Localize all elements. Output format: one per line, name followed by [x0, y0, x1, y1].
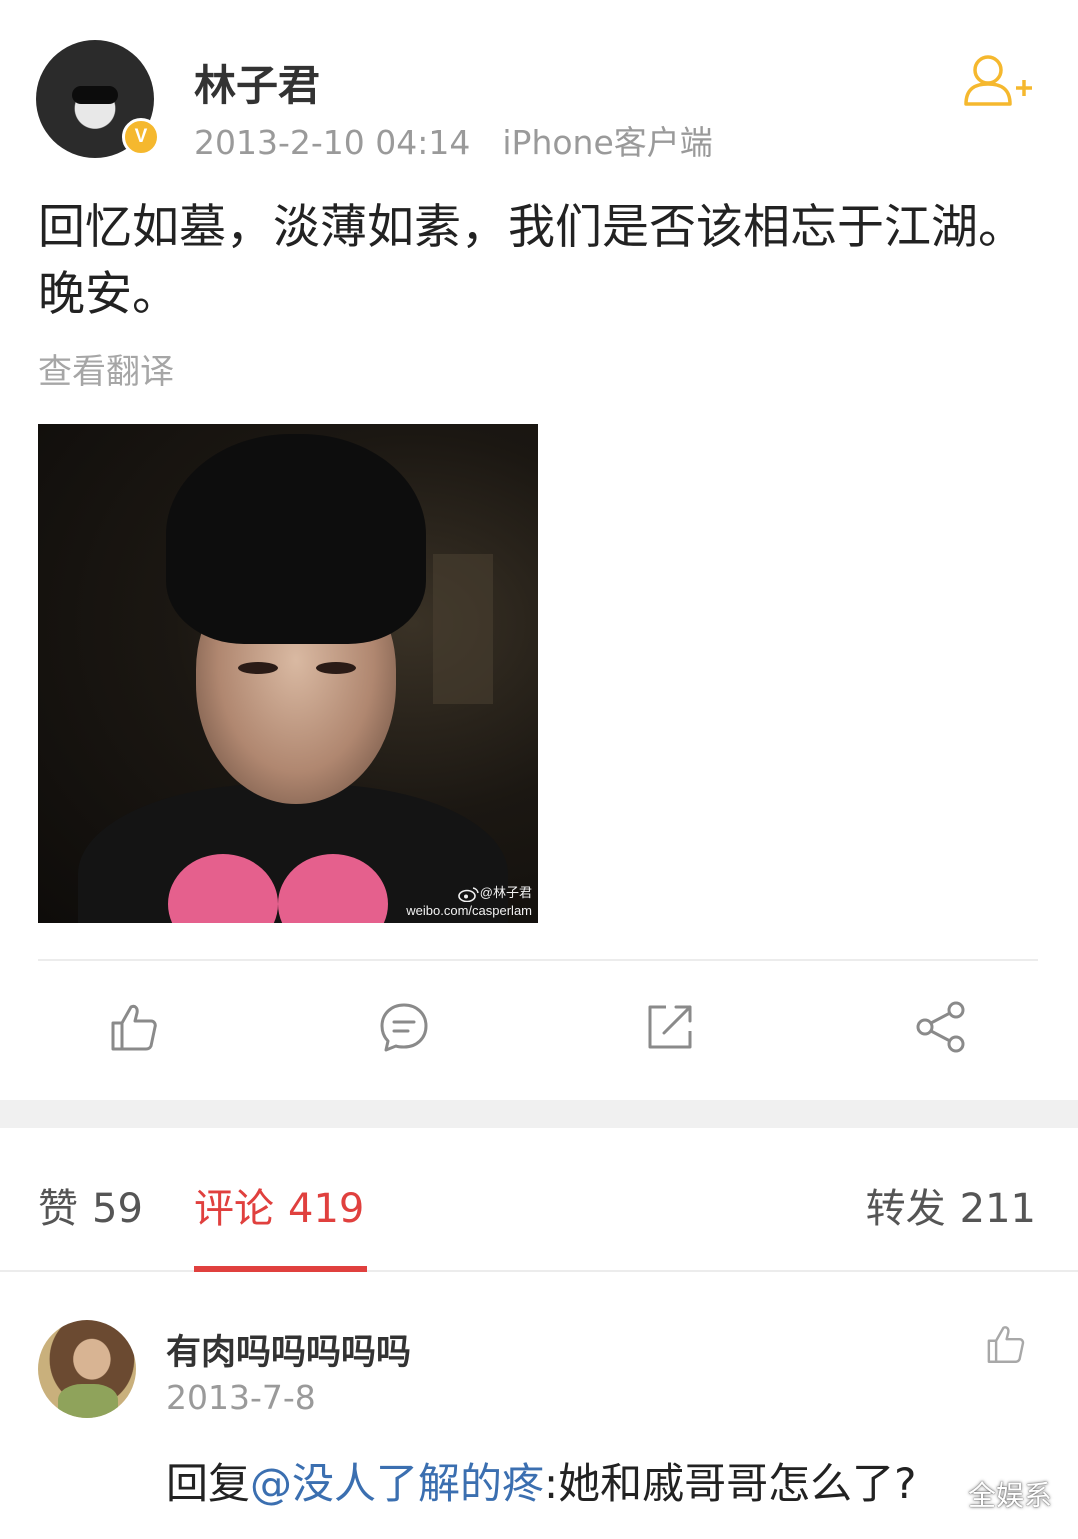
comment-mention-link[interactable]: @没人了解的疼 — [250, 1459, 544, 1508]
watermark-url: weibo.com/casperlam — [406, 903, 532, 918]
repost-arrow-icon — [648, 1005, 692, 1049]
tab-comments-count: 419 — [288, 1186, 365, 1232]
comment-date: 2013-7-8 — [166, 1378, 316, 1417]
section-gap — [0, 1100, 1078, 1128]
post-photo[interactable]: @林子君 weibo.com/casperlam — [38, 424, 538, 923]
weibo-post: V 林子君 2013-2-10 04:14 iPhone客户端 回忆如墓，淡薄如素… — [0, 0, 1078, 1100]
tab-reposts-count: 211 — [959, 1186, 1036, 1232]
thumbs-up-icon — [111, 1004, 157, 1051]
chat-bubbles-icon — [931, 1485, 963, 1509]
post-text: 回忆如墓，淡薄如素，我们是否该相忘于江湖。晚安。 — [38, 200, 1025, 322]
tab-comments[interactable]: 评论 419 — [194, 1176, 364, 1234]
commenter-avatar-detail — [58, 1384, 118, 1418]
like-button[interactable] — [103, 996, 163, 1058]
comment-body: :她和戚哥哥怎么了? — [544, 1459, 917, 1508]
translate-link[interactable]: 查看翻译 — [38, 344, 174, 393]
brand-watermark: 全娱系 — [930, 1474, 1052, 1514]
add-user-icon — [964, 55, 1032, 106]
tab-reposts-label: 转发 — [865, 1186, 946, 1232]
weibo-logo-icon — [457, 887, 479, 902]
comment-bubble-icon — [380, 1003, 428, 1052]
repost-button[interactable] — [640, 996, 700, 1058]
brand-watermark-text: 全娱系 — [968, 1479, 1053, 1512]
active-tab-indicator — [194, 1266, 367, 1272]
share-icon — [916, 1001, 965, 1053]
photo-eye-detail — [238, 662, 278, 674]
tab-likes-label: 赞 — [38, 1186, 78, 1232]
thumbs-up-icon — [987, 1326, 1025, 1363]
comment-reply-prefix: 回复 — [166, 1459, 251, 1508]
post-timestamp: 2013-2-10 04:14 — [194, 123, 471, 162]
photo-eye-detail — [316, 662, 356, 674]
author-name[interactable]: 林子君 — [194, 52, 320, 113]
tab-likes-count: 59 — [92, 1186, 143, 1232]
photo-background-detail — [433, 554, 493, 704]
post-source: iPhone客户端 — [502, 123, 713, 162]
engagement-tabs: 赞 59 评论 419 转发 211 — [0, 1128, 1078, 1272]
comment-item: 有肉吗吗吗吗吗 2013-7-8 回复@没人了解的疼:她和戚哥哥怎么了? — [0, 1274, 1078, 1539]
watermark-handle: @林子君 — [479, 885, 532, 901]
tab-likes[interactable]: 赞 59 — [38, 1176, 143, 1234]
comment-text: 回复@没人了解的疼:她和戚哥哥怎么了? — [166, 1450, 916, 1511]
tab-reposts[interactable]: 转发 211 — [866, 1176, 1036, 1234]
post-meta: 2013-2-10 04:14 iPhone客户端 — [194, 116, 713, 164]
follow-button[interactable] — [960, 52, 1034, 108]
comment-like-button[interactable] — [984, 1322, 1026, 1366]
tab-comments-label: 评论 — [194, 1186, 274, 1232]
verified-badge-icon: V — [122, 118, 160, 156]
action-divider — [38, 959, 1038, 961]
commenter-name[interactable]: 有肉吗吗吗吗吗 — [166, 1324, 411, 1375]
photo-hair-detail — [166, 434, 426, 644]
photo-watermark: @林子君 weibo.com/casperlam — [406, 884, 532, 919]
comment-button[interactable] — [374, 996, 434, 1058]
commenter-avatar[interactable] — [38, 1320, 136, 1418]
sunglasses-detail — [72, 86, 118, 104]
share-button[interactable] — [912, 996, 972, 1058]
